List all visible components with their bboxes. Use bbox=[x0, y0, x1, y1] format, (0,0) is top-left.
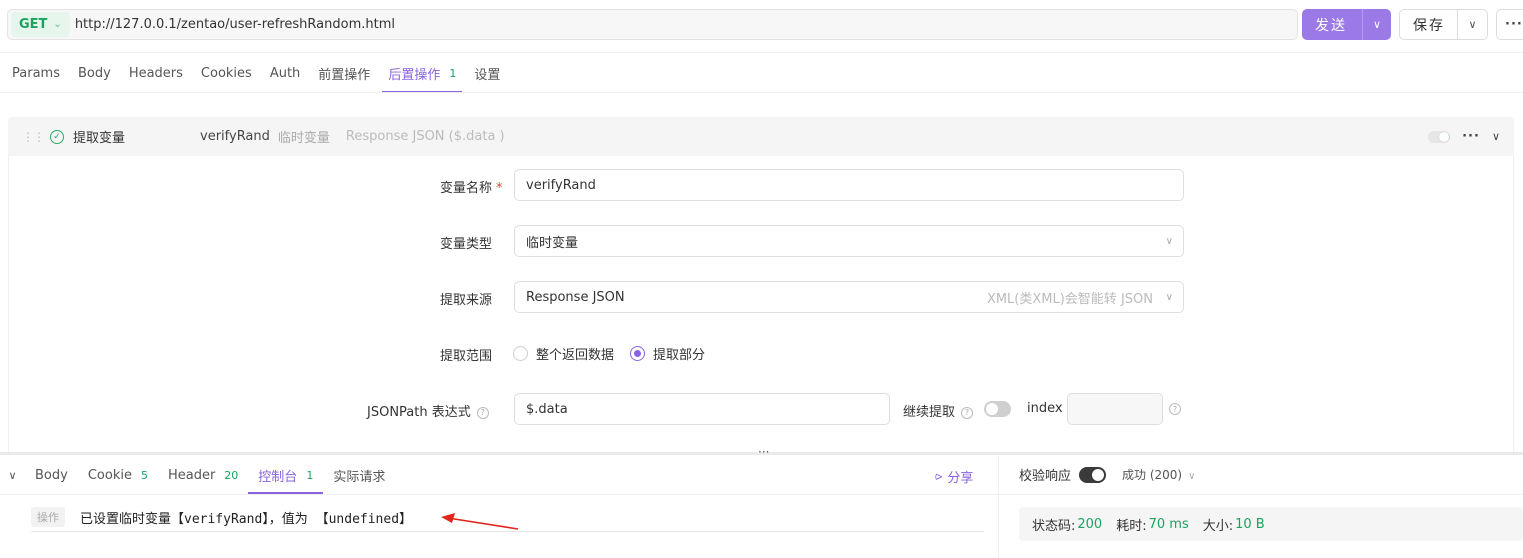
response-status-bar: 状态码: 200 耗时: 70 ms 大小: 10 B bbox=[1019, 507, 1523, 541]
status-code-value: 200 bbox=[1077, 516, 1103, 532]
annotation-arrow-icon bbox=[441, 513, 519, 530]
verify-toggle[interactable] bbox=[1079, 466, 1107, 483]
status-code-label: 状态码: bbox=[1032, 518, 1076, 534]
verify-response: 校验响应 成功 (200) ∨ bbox=[1019, 465, 1195, 484]
size-value: 10 B bbox=[1235, 516, 1265, 532]
verify-label: 校验响应 bbox=[1019, 469, 1072, 484]
chevron-down-icon: ∨ bbox=[1188, 471, 1196, 482]
size-label: 大小: bbox=[1202, 518, 1234, 534]
time-value: 70 ms bbox=[1148, 516, 1189, 532]
success-select[interactable]: 成功 (200) ∨ bbox=[1122, 466, 1195, 483]
time-label: 耗时: bbox=[1116, 518, 1147, 534]
success-label: 成功 (200) bbox=[1122, 468, 1183, 482]
